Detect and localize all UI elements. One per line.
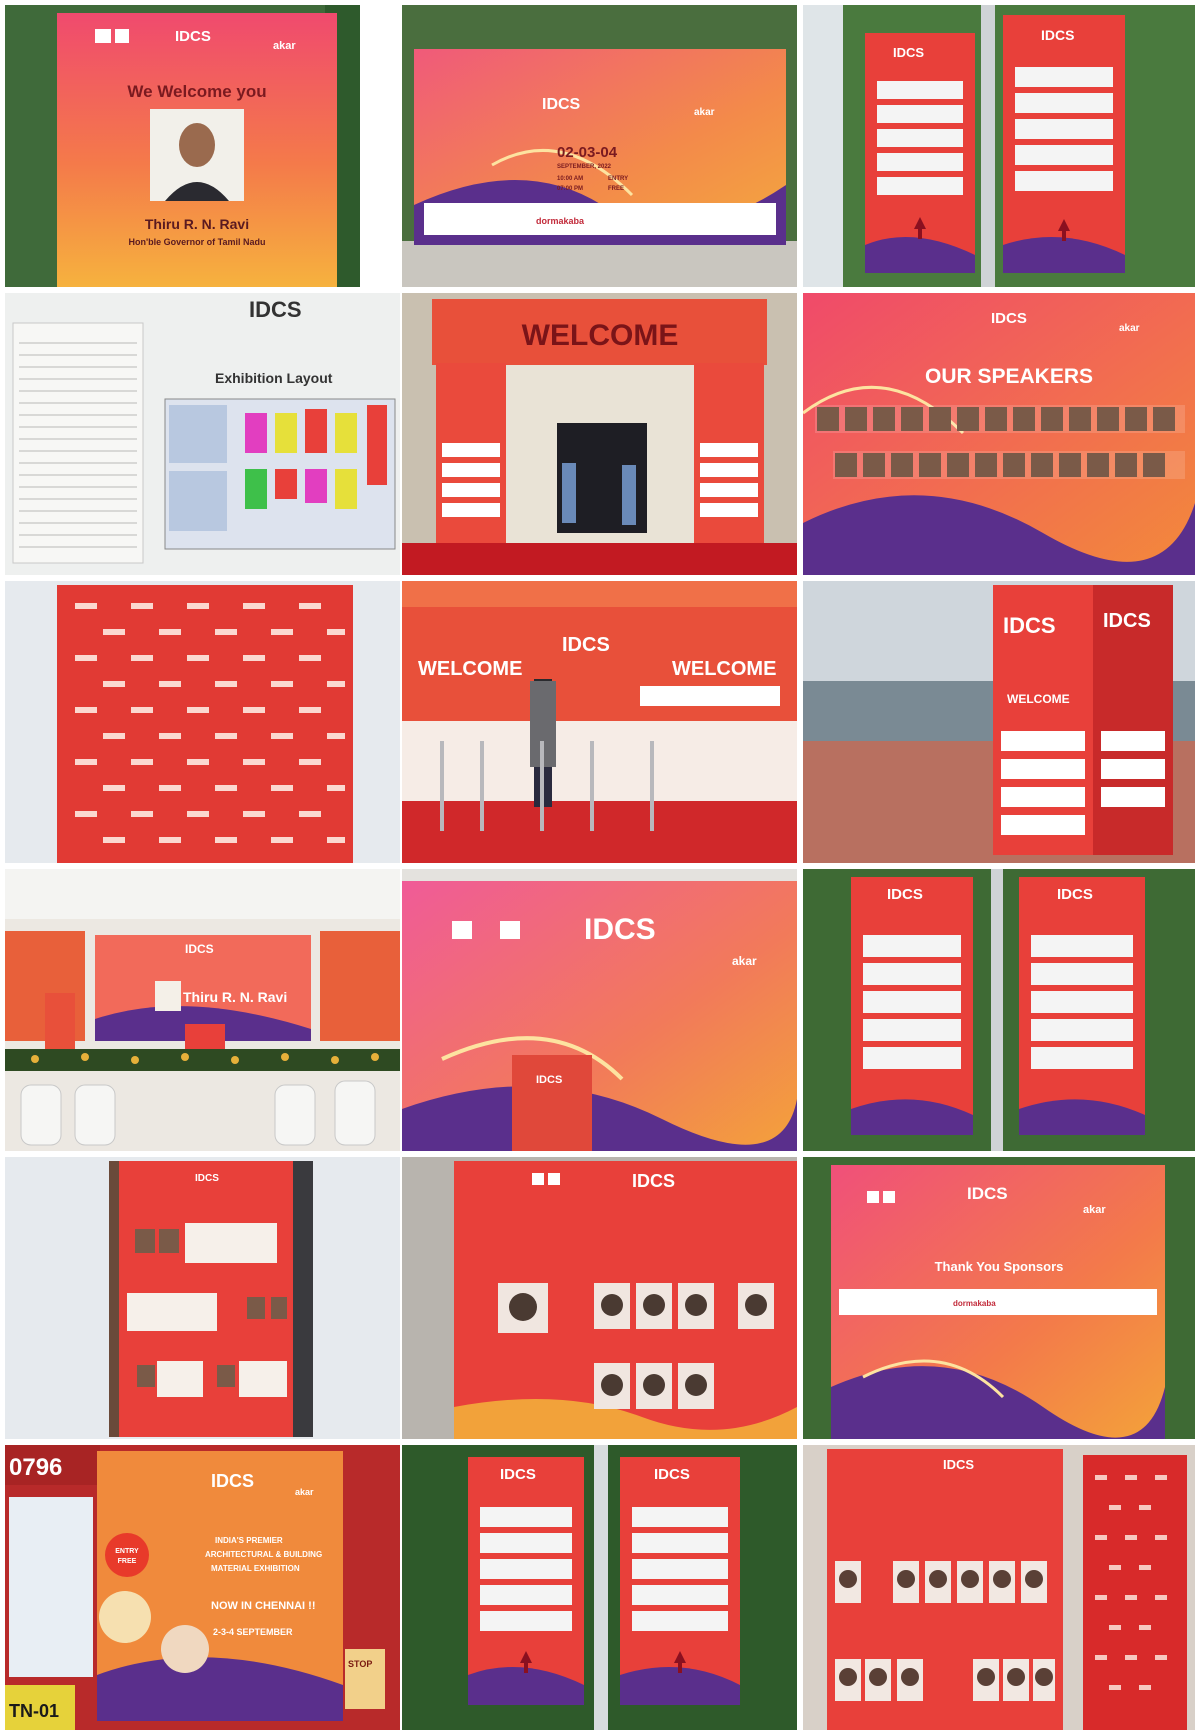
bus-plate: TN-01 [9,1701,59,1721]
tagline-1: INDIA'S PREMIER [215,1536,283,1545]
thank-you-sponsors-title: Thank You Sponsors [935,1259,1064,1274]
akar-logo: akar [732,954,757,968]
photo-pole-banners-1: IDCS IDCS [803,5,1195,287]
thank-you-sponsors-scene: IDCS akar Thank You Sponsors dormakaba [803,1157,1195,1439]
akar-logo: akar [273,40,296,52]
idcs-logo: IDCS [1041,27,1074,43]
photo-registration-counter: WELCOME WELCOME IDCS [402,581,797,863]
stage-screen-name: Thiru R. N. Ravi [183,989,287,1005]
idcs-logo: IDCS [943,1457,974,1472]
podium-backdrop-scene: IDCS akar IDCS [402,869,797,1151]
tagline-5: 2-3-4 SEPTEMBER [213,1627,293,1637]
photo-logo-backdrop [5,581,400,863]
idcs-logo: IDCS [175,28,211,45]
speakers-wall-scene: IDCS [803,1445,1195,1730]
idcs-logo: IDCS [584,913,656,946]
governor-role: Hon'ble Governor of Tamil Nadu [129,237,266,247]
idcs-logo: IDCS [249,297,302,322]
idcs-logo: IDCS [1003,613,1056,638]
idcs-logo: IDCS [195,1173,219,1184]
photo-collage: IDCS akar We Welcome you Thiru R. N. Rav… [0,0,1200,1730]
idcs-logo: IDCS [542,96,581,113]
tagline-2: ARCHITECTURAL & BUILDING [205,1550,322,1559]
podium [512,1055,592,1151]
welcome-left: WELCOME [418,658,522,680]
idcs-logo: IDCS [1057,886,1093,903]
welcome-governor-scene: IDCS akar We Welcome you Thiru R. N. Rav… [5,5,360,287]
entry-badge-2: FREE [118,1558,137,1565]
speakers-board-scene: IDCS [402,1157,797,1439]
speakers-title: OUR SPEAKERS [925,365,1093,388]
idcs-logo: IDCS [887,886,923,903]
stop-sign: STOP [348,1659,372,1669]
logo-backdrop-scene [5,581,400,863]
time-open: 10:00 AM [557,176,583,182]
photo-podium-backdrop: IDCS akar IDCS [402,869,797,1151]
pole-banners-scene-2: IDCS IDCS [803,869,1195,1151]
entry-badge-1: ENTRY [115,1548,139,1555]
tagline-4: NOW IN CHENNAI !! [211,1600,316,1612]
photo-conference-stage: IDCS Thiru R. N. Ravi [5,869,400,1151]
photo-thank-you-sponsors: IDCS akar Thank You Sponsors dormakaba [803,1157,1195,1439]
welcome-arch-banner: WELCOME [522,319,679,352]
entry-label: ENTRY [608,176,628,182]
idcs-logo: IDCS [893,45,924,60]
event-dates: 02-03-04 [557,144,618,161]
bus-number: 0796 [9,1454,62,1481]
photo-bus-advertisement: 0796 TN-01 IDCS akar ENTRY FREE INDIA'S … [5,1445,400,1730]
welcome-standee-label: WELCOME [1007,692,1070,706]
photo-exhibition-layout-board: IDCS Exhibition Layout [5,293,400,575]
photo-pole-banners-2: IDCS IDCS [803,869,1195,1151]
registration-counter-scene: WELCOME WELCOME IDCS [402,581,797,863]
akar-logo: akar [694,107,715,118]
speaker-info-scene: IDCS [5,1157,400,1439]
idcs-logo: IDCS [654,1466,690,1483]
exhibition-layout-scene: IDCS Exhibition Layout [5,293,400,575]
akar-logo: akar [1119,323,1140,334]
tagline-3: MATERIAL EXHIBITION [211,1564,300,1573]
idcs-logo: IDCS [991,310,1027,327]
free-label: FREE [608,186,624,192]
idcs-logo: IDCS [1103,610,1151,632]
welcome-right: WELCOME [672,658,776,680]
photo-welcome-standee: IDCS IDCS WELCOME [803,581,1195,863]
photo-speaker-info-board: IDCS [5,1157,400,1439]
conference-stage-scene: IDCS Thiru R. N. Ravi [5,869,400,1151]
welcome-heading: We Welcome you [127,82,266,101]
welcome-arch-scene: WELCOME [402,293,797,575]
photo-our-speakers-board: IDCS akar OUR SPEAKERS [803,293,1195,575]
idcs-logo: IDCS [185,942,214,956]
photo-dates-hoarding: IDCS akar 02-03-04 SEPTEMBER, 2022 10:00… [402,5,797,287]
dormakaba-logo: dormakaba [536,216,585,226]
akar-logo: akar [1083,1204,1106,1216]
bus-advertisement-scene: 0796 TN-01 IDCS akar ENTRY FREE INDIA'S … [5,1445,400,1730]
pole-banners-scene-3: IDCS IDCS [402,1445,797,1730]
idcs-logo: IDCS [562,634,610,656]
photo-welcome-governor-board: IDCS akar We Welcome you Thiru R. N. Rav… [5,5,360,287]
akar-logo: akar [295,1487,314,1497]
governor-name: Thiru R. N. Ravi [145,216,249,232]
dormakaba-logo: dormakaba [953,1299,996,1308]
layout-title: Exhibition Layout [215,370,333,386]
idcs-logo: IDCS [500,1466,536,1483]
idcs-logo: IDCS [967,1184,1008,1203]
idcs-logo: IDCS [632,1171,675,1191]
photo-speakers-board: IDCS [402,1157,797,1439]
photo-pole-banners-3: IDCS IDCS [402,1445,797,1730]
idcs-logo: IDCS [211,1471,254,1491]
dates-hoarding-scene: IDCS akar 02-03-04 SEPTEMBER, 2022 10:00… [402,5,797,287]
idcs-logo: IDCS [536,1074,562,1086]
event-month: SEPTEMBER, 2022 [557,164,612,170]
time-close: 07:00 PM [557,186,583,192]
photo-speakers-wall: IDCS [803,1445,1195,1730]
our-speakers-scene: IDCS akar OUR SPEAKERS [803,293,1195,575]
welcome-standee-scene: IDCS IDCS WELCOME [803,581,1195,863]
pole-banners-scene-1: IDCS IDCS [803,5,1195,287]
photo-welcome-arch: WELCOME [402,293,797,575]
